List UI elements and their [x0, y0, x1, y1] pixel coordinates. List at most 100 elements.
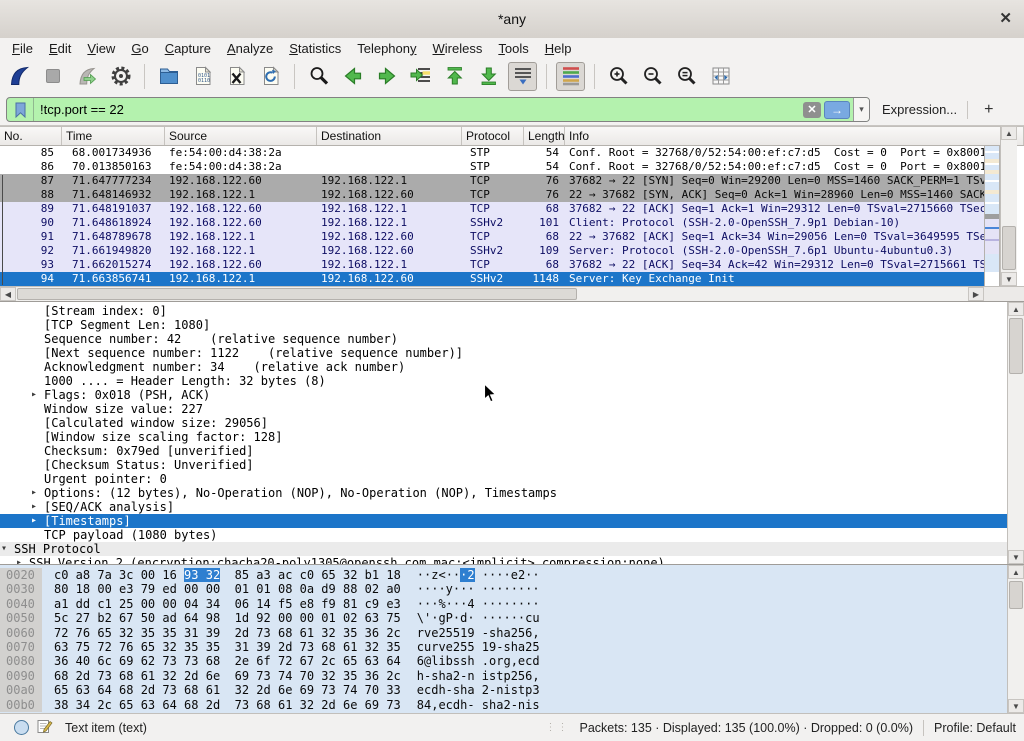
menu-capture[interactable]: Capture	[157, 40, 219, 57]
menu-analyze[interactable]: Analyze	[219, 40, 281, 57]
hex-ascii[interactable]: rve25519 -sha256,	[417, 626, 540, 640]
clear-filter-icon[interactable]: ✕	[803, 102, 821, 118]
hex-ascii[interactable]: 6@libssh .org,ecd	[417, 654, 540, 668]
hex-bytes[interactable]: 65 63 64 68 2d 73 68 61 32 2d 6e 69 73 7…	[54, 683, 401, 697]
packet-row[interactable]: 9171.648789678192.168.122.1192.168.122.6…	[0, 230, 984, 244]
scroll-thumb[interactable]	[17, 288, 577, 300]
close-file-icon[interactable]	[222, 62, 251, 91]
go-back-icon[interactable]	[338, 62, 367, 91]
hex-bytes[interactable]: 68 2d 73 68 61 32 2d 6e 69 73 74 70 32 3…	[54, 669, 401, 683]
menu-file[interactable]: File	[4, 40, 41, 57]
detail-line[interactable]: [Next sequence number: 1122 (relative se…	[0, 346, 1007, 360]
close-icon[interactable]: ✕	[999, 9, 1012, 27]
hex-ascii[interactable]: h-sha2-n istp256,	[417, 669, 540, 683]
bookmark-icon[interactable]	[7, 98, 34, 121]
column-header-length[interactable]: Length	[524, 127, 565, 145]
detail-line[interactable]: Checksum: 0x79ed [unverified]	[0, 444, 1007, 458]
packet-list-scrollbar[interactable]: ▲ ▼	[1000, 126, 1017, 286]
detail-line[interactable]: 1000 .... = Header Length: 32 bytes (8)	[0, 374, 1007, 388]
detail-line[interactable]: [Window size scaling factor: 128]	[0, 430, 1007, 444]
packet-row[interactable]: 8568.001734936fe:54:00:d4:38:2aSTP54Conf…	[0, 146, 984, 160]
colorize-packets-icon[interactable]	[556, 62, 585, 91]
packet-row[interactable]: 9371.662015274192.168.122.60192.168.122.…	[0, 258, 984, 272]
detail-line[interactable]: [TCP Segment Len: 1080]	[0, 318, 1007, 332]
hex-row[interactable]: 00505c 27 b2 67 50 ad 64 98 1d 92 00 00 …	[0, 611, 1007, 625]
resize-columns-icon[interactable]	[706, 62, 735, 91]
column-header-time[interactable]: Time	[62, 127, 165, 145]
packet-row[interactable]: 8871.648146932192.168.122.1192.168.122.6…	[0, 188, 984, 202]
hex-ascii[interactable]: 84,ecdh- sha2-nis	[417, 698, 540, 712]
details-scrollbar[interactable]: ▲ ▼	[1007, 302, 1024, 564]
hex-ascii[interactable]: ecdh-sha 2-nistp3	[417, 683, 540, 697]
go-first-icon[interactable]	[440, 62, 469, 91]
expand-arrow-icon[interactable]: ▸	[31, 388, 37, 402]
hex-ascii[interactable]: curve255 19-sha25	[417, 640, 540, 654]
expert-info-icon[interactable]	[14, 720, 29, 735]
hex-row[interactable]: 003080 18 00 e3 79 ed 00 00 01 01 08 0a …	[0, 582, 1007, 596]
expand-arrow-icon[interactable]: ▸	[31, 500, 37, 514]
expand-arrow-icon[interactable]: ▸	[16, 556, 22, 564]
scroll-down-icon[interactable]: ▼	[1008, 699, 1024, 713]
restart-capture-icon[interactable]	[72, 62, 101, 91]
hex-bytes[interactable]: c0 a8 7a 3c 00 16 93 32 85 a3 ac c0 65 3…	[54, 568, 401, 582]
open-file-icon[interactable]	[154, 62, 183, 91]
column-header-no[interactable]: No.	[0, 127, 62, 145]
go-to-packet-icon[interactable]	[406, 62, 435, 91]
hex-row[interactable]: 009068 2d 73 68 61 32 2d 6e 69 73 74 70 …	[0, 669, 1007, 683]
menu-wireless[interactable]: Wireless	[425, 40, 491, 57]
find-packet-icon[interactable]	[304, 62, 333, 91]
scroll-up-icon[interactable]: ▲	[1008, 565, 1024, 579]
packet-list-hscrollbar[interactable]: ◀ ▶	[0, 286, 984, 301]
packet-row[interactable]: 8670.013850163fe:54:00:d4:38:2aSTP54Conf…	[0, 160, 984, 174]
menu-tools[interactable]: Tools	[490, 40, 536, 57]
scroll-left-icon[interactable]: ◀	[0, 287, 16, 301]
hex-bytes[interactable]: 5c 27 b2 67 50 ad 64 98 1d 92 00 00 01 0…	[54, 611, 401, 625]
expand-arrow-icon[interactable]: ▸	[31, 486, 37, 500]
detail-line[interactable]: ▸[SEQ/ACK analysis]	[0, 500, 1007, 514]
packet-row[interactable]: 9271.661949820192.168.122.1192.168.122.6…	[0, 244, 984, 258]
stop-capture-icon[interactable]	[38, 62, 67, 91]
detail-line[interactable]: Urgent pointer: 0	[0, 472, 1007, 486]
hex-bytes[interactable]: a1 dd c1 25 00 00 04 34 06 14 f5 e8 f9 8…	[54, 597, 401, 611]
expand-arrow-icon[interactable]: ▸	[31, 514, 37, 528]
menu-view[interactable]: View	[79, 40, 123, 57]
hex-ascii[interactable]: ···%···4 ········	[417, 597, 540, 611]
go-last-icon[interactable]	[474, 62, 503, 91]
menu-help[interactable]: Help	[537, 40, 580, 57]
hex-ascii[interactable]: ··z<···2 ····e2··	[417, 568, 540, 582]
column-header-destination[interactable]: Destination	[317, 127, 462, 145]
apply-filter-icon[interactable]: →	[824, 101, 850, 119]
detail-line[interactable]: [Stream index: 0]	[0, 304, 1007, 318]
menu-go[interactable]: Go	[123, 40, 156, 57]
detail-line[interactable]: ▸[Timestamps]	[0, 514, 1007, 528]
hex-bytes[interactable]: 80 18 00 e3 79 ed 00 00 01 01 08 0a d9 8…	[54, 582, 401, 596]
detail-line[interactable]: ▸Flags: 0x018 (PSH, ACK)	[0, 388, 1007, 402]
start-capture-icon[interactable]	[4, 62, 33, 91]
scroll-thumb[interactable]	[1009, 318, 1023, 374]
zoom-out-icon[interactable]	[638, 62, 667, 91]
intelligent-scrollbar[interactable]	[984, 146, 1000, 286]
hex-row[interactable]: 00a065 63 64 68 2d 73 68 61 32 2d 6e 69 …	[0, 683, 1007, 697]
hex-bytes[interactable]: 63 75 72 76 65 32 35 35 31 39 2d 73 68 6…	[54, 640, 401, 654]
add-filter-button[interactable]: +	[978, 101, 999, 119]
profile-text[interactable]: Profile: Default	[934, 721, 1016, 735]
detail-line[interactable]: [Calculated window size: 29056]	[0, 416, 1007, 430]
hex-ascii[interactable]: \'·gP·d· ······cu	[417, 611, 540, 625]
hex-ascii[interactable]: ····y··· ········	[417, 582, 540, 596]
scroll-thumb[interactable]	[1009, 581, 1023, 609]
display-filter-input[interactable]	[34, 102, 803, 117]
scroll-up-icon[interactable]: ▲	[1008, 302, 1024, 316]
hex-row[interactable]: 00b038 34 2c 65 63 64 68 2d 73 68 61 32 …	[0, 698, 1007, 712]
bytes-scrollbar[interactable]: ▲ ▼	[1007, 565, 1024, 713]
hex-row[interactable]: 007063 75 72 76 65 32 35 35 31 39 2d 73 …	[0, 640, 1007, 654]
detail-line[interactable]: TCP payload (1080 bytes)	[0, 528, 1007, 542]
menu-statistics[interactable]: Statistics	[281, 40, 349, 57]
hex-row[interactable]: 0040a1 dd c1 25 00 00 04 34 06 14 f5 e8 …	[0, 597, 1007, 611]
hex-bytes[interactable]: 72 76 65 32 35 35 31 39 2d 73 68 61 32 3…	[54, 626, 401, 640]
hex-row[interactable]: 006072 76 65 32 35 35 31 39 2d 73 68 61 …	[0, 626, 1007, 640]
packet-row[interactable]: 9471.663856741192.168.122.1192.168.122.6…	[0, 272, 984, 286]
detail-line[interactable]: ▸SSH Version 2 (encryption:chacha20-poly…	[0, 556, 1007, 564]
column-header-source[interactable]: Source	[165, 127, 317, 145]
capture-options-icon[interactable]	[106, 62, 135, 91]
scroll-right-icon[interactable]: ▶	[968, 287, 984, 301]
